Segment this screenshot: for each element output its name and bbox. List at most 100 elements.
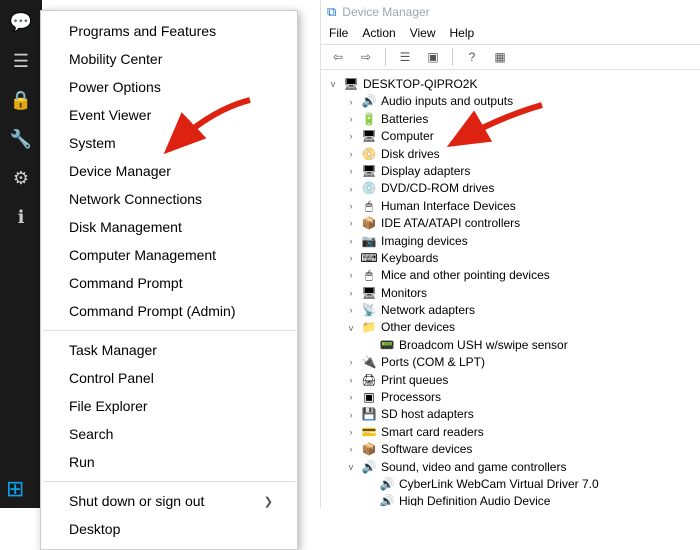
- tree-node[interactable]: ›⌨Keyboards: [327, 250, 696, 267]
- menu-command-prompt-admin[interactable]: Command Prompt (Admin): [41, 297, 297, 325]
- expand-icon[interactable]: ›: [345, 200, 357, 213]
- label: Disk Management: [69, 219, 182, 235]
- tree-node[interactable]: v🔊Sound, video and game controllers: [327, 459, 696, 476]
- menu-event-viewer[interactable]: Event Viewer: [41, 101, 297, 129]
- expand-icon[interactable]: ›: [345, 217, 357, 230]
- tree-root[interactable]: v 🖥 DESKTOP-QIPRO2K: [327, 76, 696, 93]
- device-tree[interactable]: v 🖥 DESKTOP-QIPRO2K ›🔊Audio inputs and o…: [321, 70, 700, 506]
- device-category-icon: 📦: [361, 441, 377, 458]
- window-title: Device Manager: [342, 5, 429, 19]
- device-category-icon: ▣: [361, 389, 377, 406]
- device-icon: 🔊: [379, 493, 395, 506]
- expand-icon[interactable]: ›: [345, 113, 357, 126]
- menu-task-manager[interactable]: Task Manager: [41, 336, 297, 364]
- collapse-icon[interactable]: v: [327, 78, 339, 91]
- expand-icon[interactable]: ›: [345, 148, 357, 161]
- menu-shutdown[interactable]: Shut down or sign out❯: [41, 487, 297, 515]
- menu-file-explorer[interactable]: File Explorer: [41, 392, 297, 420]
- tree-node[interactable]: ›💿DVD/CD-ROM drives: [327, 180, 696, 197]
- menu-search[interactable]: Search: [41, 420, 297, 448]
- tree-node[interactable]: ›🖱Mice and other pointing devices: [327, 267, 696, 284]
- tree-node[interactable]: › 🔋Batteries: [327, 111, 696, 128]
- tree-node[interactable]: ›💾SD host adapters: [327, 406, 696, 423]
- expand-icon[interactable]: ›: [345, 443, 357, 456]
- tree-node[interactable]: ›▣Processors: [327, 389, 696, 406]
- tree-node[interactable]: ›🔌Ports (COM & LPT): [327, 354, 696, 371]
- tree-node-child[interactable]: 🔊CyberLink WebCam Virtual Driver 7.0: [327, 476, 696, 493]
- tree-node[interactable]: ›💳Smart card readers: [327, 424, 696, 441]
- tree-node-child[interactable]: 🔊High Definition Audio Device: [327, 493, 696, 506]
- expand-icon[interactable]: ›: [345, 391, 357, 404]
- device-category-icon: 🖥: [361, 163, 377, 180]
- menu-action[interactable]: Action: [362, 26, 395, 40]
- wrench-icon[interactable]: 🔧: [10, 129, 32, 150]
- node-label: Ports (COM & LPT): [381, 354, 485, 371]
- tree-node[interactable]: ›📡Network adapters: [327, 302, 696, 319]
- collapse-icon[interactable]: v: [345, 322, 357, 335]
- tree-node[interactable]: ›🖥Display adapters: [327, 163, 696, 180]
- tree-node[interactable]: ›🔊Audio inputs and outputs: [327, 93, 696, 110]
- separator: [452, 48, 453, 66]
- properties-button[interactable]: ☰: [394, 47, 416, 67]
- node-label: SD host adapters: [381, 406, 474, 423]
- menu-system[interactable]: System: [41, 129, 297, 157]
- document-icon[interactable]: ☰: [13, 51, 29, 72]
- tree-node[interactable]: ›🖥Computer: [327, 128, 696, 145]
- info-icon[interactable]: ℹ: [18, 207, 25, 228]
- expand-icon[interactable]: ›: [345, 269, 357, 282]
- scan-button[interactable]: ▣: [422, 47, 444, 67]
- menu-help[interactable]: Help: [450, 26, 475, 40]
- tree-node[interactable]: ›📷Imaging devices: [327, 233, 696, 250]
- menu-network-connections[interactable]: Network Connections: [41, 185, 297, 213]
- expand-icon[interactable]: ›: [345, 374, 357, 387]
- menu-command-prompt[interactable]: Command Prompt: [41, 269, 297, 297]
- separator: [385, 48, 386, 66]
- tree-node[interactable]: ›📦Software devices: [327, 441, 696, 458]
- tree-node[interactable]: v📁Other devices: [327, 319, 696, 336]
- expand-icon[interactable]: ›: [345, 356, 357, 369]
- tree-node-child[interactable]: 📟Broadcom USH w/swipe sensor: [327, 337, 696, 354]
- expand-icon[interactable]: ›: [345, 252, 357, 265]
- expand-icon[interactable]: ›: [345, 426, 357, 439]
- back-button[interactable]: ⇦: [327, 47, 349, 67]
- expand-icon[interactable]: ›: [345, 165, 357, 178]
- tree-node[interactable]: ›📦IDE ATA/ATAPI controllers: [327, 215, 696, 232]
- forward-button[interactable]: ⇨: [355, 47, 377, 67]
- label: Control Panel: [69, 370, 154, 386]
- menu-disk-management[interactable]: Disk Management: [41, 213, 297, 241]
- expand-icon[interactable]: ›: [345, 304, 357, 317]
- device-manager-window: ⧉ Device Manager File Action View Help ⇦…: [320, 0, 700, 508]
- start-button[interactable]: ⊞: [6, 476, 24, 502]
- menu-programs-features[interactable]: Programs and Features: [41, 17, 297, 45]
- help-button[interactable]: ?: [461, 47, 483, 67]
- menu-device-manager[interactable]: Device Manager: [41, 157, 297, 185]
- tree-node[interactable]: ›🖥Monitors: [327, 285, 696, 302]
- computer-icon: 🖥: [343, 76, 359, 93]
- expand-icon[interactable]: ›: [345, 287, 357, 300]
- expand-icon[interactable]: ›: [345, 96, 357, 109]
- winx-menu: Programs and Features Mobility Center Po…: [40, 10, 298, 550]
- menu-control-panel[interactable]: Control Panel: [41, 364, 297, 392]
- device-category-icon: 🔊: [361, 459, 377, 476]
- menu-desktop[interactable]: Desktop: [41, 515, 297, 543]
- tree-node[interactable]: ›🖱Human Interface Devices: [327, 198, 696, 215]
- expand-icon[interactable]: ›: [345, 235, 357, 248]
- menu-power-options[interactable]: Power Options: [41, 73, 297, 101]
- menu-view[interactable]: View: [410, 26, 436, 40]
- tree-node[interactable]: ›📀Disk drives: [327, 146, 696, 163]
- expand-icon[interactable]: ›: [345, 409, 357, 422]
- chat-icon[interactable]: 💬: [10, 12, 32, 33]
- refresh-button[interactable]: ▦: [489, 47, 511, 67]
- node-label: Batteries: [381, 111, 428, 128]
- lock-icon[interactable]: 🔒: [10, 90, 32, 111]
- gear-icon[interactable]: ⚙: [13, 168, 29, 189]
- tree-node[interactable]: ›🖨Print queues: [327, 372, 696, 389]
- menu-file[interactable]: File: [329, 26, 348, 40]
- collapse-icon[interactable]: v: [345, 461, 357, 474]
- device-category-icon: 🔋: [361, 111, 377, 128]
- menu-run[interactable]: Run: [41, 448, 297, 476]
- menu-mobility-center[interactable]: Mobility Center: [41, 45, 297, 73]
- menu-computer-management[interactable]: Computer Management: [41, 241, 297, 269]
- expand-icon[interactable]: ›: [345, 183, 357, 196]
- expand-icon[interactable]: ›: [345, 130, 357, 143]
